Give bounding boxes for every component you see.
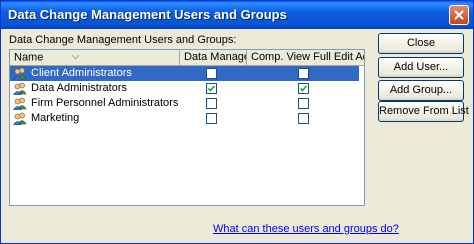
remove-from-list-button[interactable]: Remove From List	[378, 101, 469, 122]
list-row-data-administrators[interactable]: Data Administrators	[10, 81, 359, 96]
list-label: Data Change Management Users and Groups:	[9, 34, 237, 46]
sort-ascending-icon	[72, 50, 80, 65]
data-manager-checkbox[interactable]	[206, 68, 217, 79]
full-edit-checkbox[interactable]	[298, 83, 309, 94]
column-header-name-label: Name	[14, 51, 44, 64]
column-header-data-manager-label: Data Manager	[184, 51, 247, 63]
add-user-button[interactable]: Add User...	[378, 57, 464, 78]
close-button[interactable]: Close	[378, 33, 464, 54]
users-groups-list[interactable]: Name Data Manager Comp. View Full Edit A…	[9, 49, 365, 206]
dialog-window: Data Change Management Users and Groups …	[0, 0, 474, 244]
dialog-body: Data Change Management Users and Groups:…	[1, 29, 473, 243]
list-row-client-administrators[interactable]: Client Administrators	[10, 66, 359, 81]
users-group-icon	[12, 82, 27, 96]
checkmark-icon	[208, 85, 215, 92]
list-row-firm-personnel-administrators[interactable]: Firm Personnel Administrators	[10, 96, 359, 111]
users-group-icon	[12, 97, 27, 111]
column-header-data-manager[interactable]: Data Manager	[180, 50, 247, 65]
data-manager-checkbox[interactable]	[206, 83, 217, 94]
list-header: Name Data Manager Comp. View Full Edit A…	[10, 50, 364, 66]
row-name: Client Administrators	[31, 67, 132, 79]
title-bar[interactable]: Data Change Management Users and Groups	[1, 1, 473, 29]
row-name: Marketing	[31, 112, 80, 124]
help-link[interactable]: What can these users and groups do?	[213, 223, 399, 235]
list-row-marketing[interactable]: Marketing	[10, 111, 359, 126]
row-name: Data Administrators	[31, 82, 127, 94]
checkmark-icon	[300, 85, 307, 92]
row-name: Firm Personnel Administrators	[31, 97, 179, 109]
title-close-button[interactable]	[449, 5, 469, 25]
users-group-icon	[12, 112, 27, 126]
column-header-name[interactable]: Name	[10, 50, 180, 65]
data-manager-checkbox[interactable]	[206, 113, 217, 124]
full-edit-checkbox[interactable]	[298, 68, 309, 79]
full-edit-checkbox[interactable]	[298, 113, 309, 124]
window-title: Data Change Management Users and Groups	[8, 7, 287, 22]
data-manager-checkbox[interactable]	[206, 98, 217, 109]
column-header-full-edit-label: Comp. View Full Edit Access	[251, 51, 364, 63]
full-edit-checkbox[interactable]	[298, 98, 309, 109]
add-group-button[interactable]: Add Group...	[378, 80, 464, 101]
column-header-full-edit[interactable]: Comp. View Full Edit Access	[247, 50, 364, 65]
users-group-icon	[12, 67, 27, 81]
